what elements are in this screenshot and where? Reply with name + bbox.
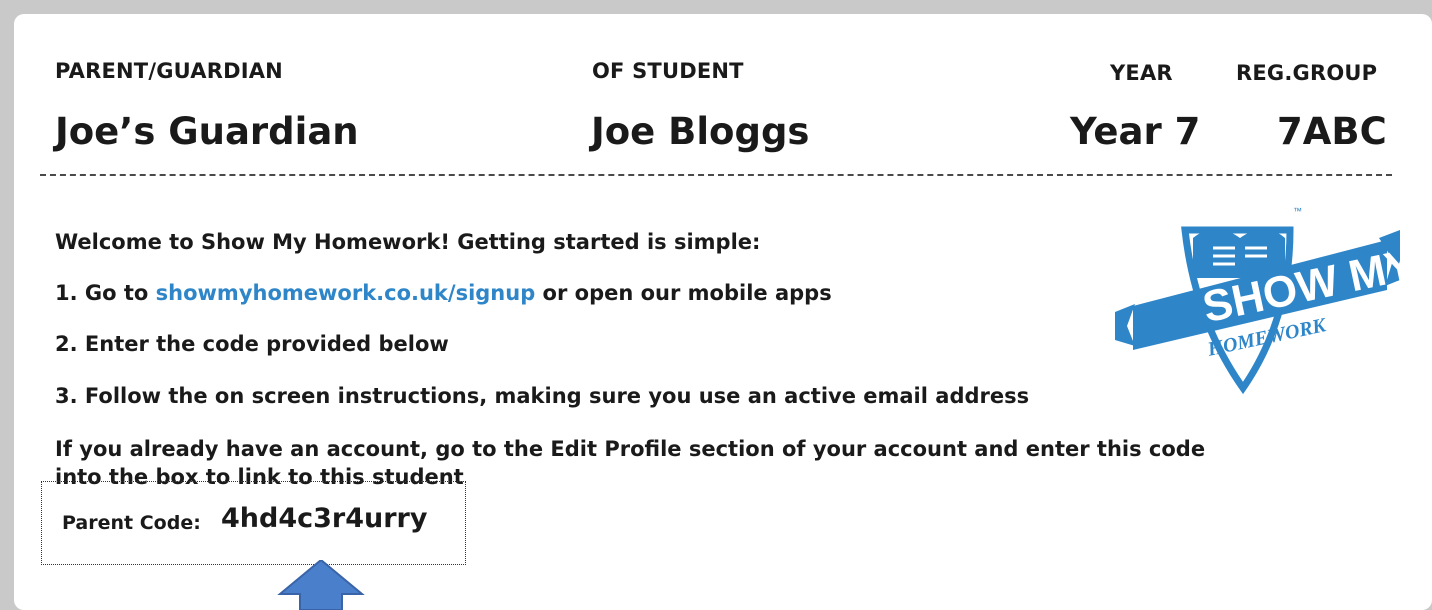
logo-trademark: ™ xyxy=(1293,206,1302,216)
signup-link[interactable]: showmyhomework.co.uk/signup xyxy=(156,281,536,305)
welcome-text: Welcome to Show My Homework! Getting sta… xyxy=(55,230,761,254)
parent-name: Joe’s Guardian xyxy=(55,110,359,153)
show-my-homework-logo: SHOW MY HOMEWORK ™ xyxy=(1115,206,1400,395)
parent-guardian-label: PARENT/GUARDIAN xyxy=(55,59,283,83)
parent-code-value: 4hd4c3r4urry xyxy=(221,503,428,534)
dashed-divider xyxy=(40,174,1392,176)
reg-group-value: 7ABC xyxy=(1277,110,1387,153)
step-2: 2. Enter the code provided below xyxy=(55,332,449,356)
year-value: Year 7 xyxy=(1070,110,1201,153)
step-1-suffix: or open our mobile apps xyxy=(535,281,832,305)
parent-code-box: Parent Code: 4hd4c3r4urry xyxy=(41,481,466,565)
year-label: YEAR xyxy=(1110,61,1173,85)
existing-account-line-1: If you already have an account, go to th… xyxy=(55,437,1206,461)
up-arrow-icon xyxy=(277,560,365,610)
step-1: 1. Go to showmyhomework.co.uk/signup or … xyxy=(55,281,832,305)
parent-code-label: Parent Code: xyxy=(62,512,201,534)
student-name: Joe Bloggs xyxy=(591,110,810,153)
reg-group-label: REG.GROUP xyxy=(1236,61,1378,85)
step-3: 3. Follow the on screen instructions, ma… xyxy=(55,384,1030,408)
step-1-prefix: 1. Go to xyxy=(55,281,156,305)
student-label: OF STUDENT xyxy=(592,59,744,83)
